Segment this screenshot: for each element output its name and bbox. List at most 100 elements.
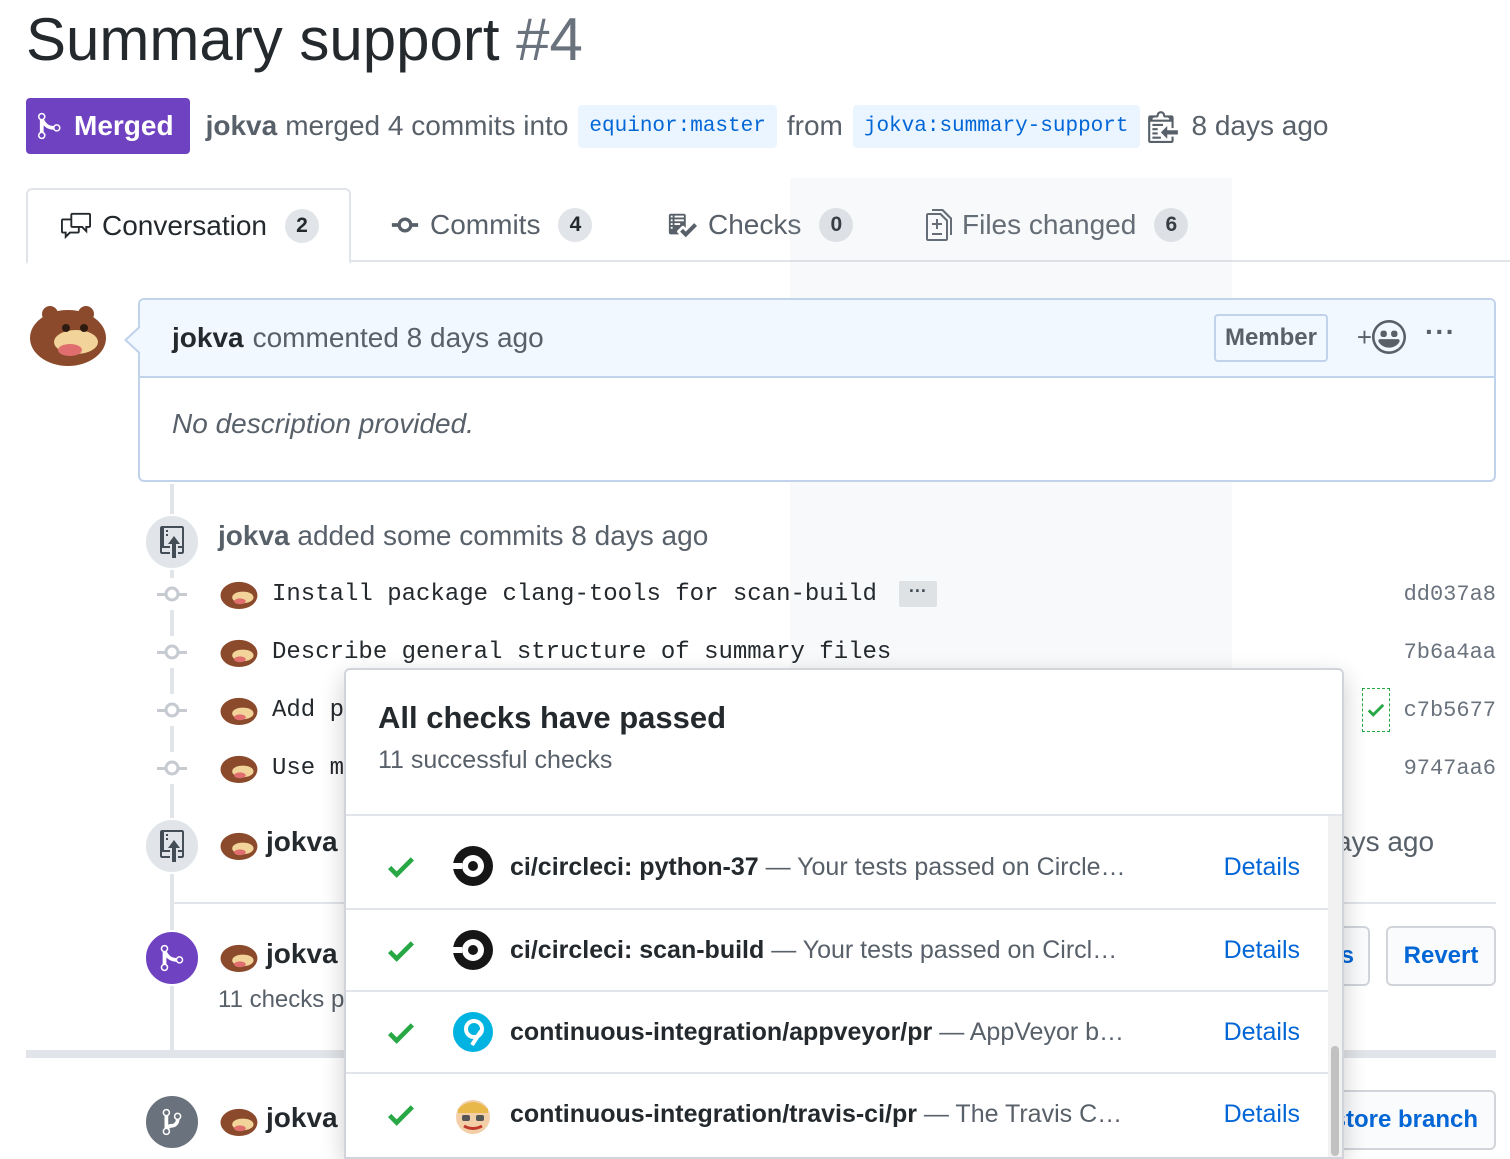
merged-status-badge: Merged	[26, 98, 190, 154]
head-branch-label[interactable]: jokva:summary-support	[852, 104, 1140, 148]
git-commit-icon	[391, 217, 419, 233]
checks-popover: All checks have passed 11 successful che…	[344, 668, 1344, 1159]
kebab-menu-button[interactable]: ···	[1425, 316, 1456, 348]
tab-checks-label: Checks	[708, 209, 802, 240]
avatar[interactable]	[26, 300, 106, 370]
base-branch-label[interactable]: equinor:master	[578, 104, 777, 148]
tab-commits-count: 4	[558, 208, 593, 242]
checks-scrollbar[interactable]	[1328, 816, 1342, 1157]
commit-dot-icon	[156, 694, 188, 726]
avatar[interactable]	[218, 635, 258, 669]
commits-event-text: jokva added some commits 8 days ago	[218, 520, 708, 552]
repo-push-icon	[144, 514, 200, 570]
avatar[interactable]	[218, 751, 258, 785]
push-event-time: ays ago	[1336, 826, 1435, 857]
checks-popover-header: All checks have passed 11 successful che…	[346, 670, 1342, 816]
event-author-link[interactable]: jokva	[266, 826, 338, 857]
check-detail-text: — Your tests passed on Circl…	[764, 935, 1118, 964]
commits-event-desc: added some commits 8 days ago	[297, 520, 709, 551]
tab-conversation-count: 2	[284, 209, 319, 243]
git-merge-icon	[144, 930, 200, 986]
commit-sha-link[interactable]: 9747aa6	[1404, 756, 1496, 781]
comment-discussion-icon	[61, 212, 91, 240]
check-detail-text: — The Travis C…	[916, 1099, 1123, 1128]
commit-dot-icon	[156, 636, 188, 668]
merge-checks-summary: 11 checks p	[218, 986, 345, 1013]
check-item: continuous-integration/appveyor/pr — App…	[346, 990, 1330, 1072]
comment-action-text: commented 8 days ago	[252, 322, 544, 353]
copy-branch-icon[interactable]	[1147, 109, 1178, 143]
commit-expand-button[interactable]: ···	[898, 581, 937, 607]
member-badge: Member	[1213, 314, 1328, 362]
check-details-link[interactable]: Details	[1224, 1018, 1300, 1047]
avatar[interactable]	[218, 940, 258, 974]
check-detail-text: — Your tests passed on Circle…	[758, 852, 1126, 881]
merged-label: Merged	[74, 110, 174, 141]
check-item: ci/circleci: python-37 — Your tests pass…	[346, 826, 1330, 908]
check-success-icon	[388, 941, 414, 962]
check-details-link[interactable]: Details	[1224, 853, 1300, 882]
commit-row: Describe general structure of summary fi…	[156, 632, 1496, 672]
revert-button[interactable]: Revert	[1386, 926, 1496, 986]
check-success-icon	[388, 1023, 414, 1044]
pr-meta: Merged jokva merged 4 commits into equin…	[26, 98, 1329, 154]
avatar[interactable]	[218, 1104, 258, 1138]
check-details-link[interactable]: Details	[1224, 1100, 1300, 1129]
check-name: ci/circleci: scan-build	[510, 935, 765, 964]
merged-commits-text: merged 4 commits into	[285, 110, 569, 141]
comment-body: No description provided.	[172, 408, 474, 439]
check-description: ci/circleci: python-37 — Your tests pass…	[510, 853, 1150, 882]
pr-title: Summary support #4	[26, 4, 583, 76]
commit-message-link[interactable]: Describe general structure of summary fi…	[272, 639, 891, 666]
event-author-link[interactable]: jokva	[266, 938, 338, 969]
commit-dot-icon	[156, 752, 188, 784]
check-item: continuous-integration/travis-ci/pr — Th…	[346, 1072, 1330, 1154]
git-branch-icon	[144, 1094, 200, 1150]
commit-dot-icon	[156, 578, 188, 610]
check-description: ci/circleci: scan-build — Your tests pas…	[510, 936, 1150, 965]
check-success-icon	[388, 1105, 414, 1126]
comment-author-link[interactable]: jokva	[172, 322, 244, 354]
scrollbar-thumb[interactable]	[1331, 1046, 1339, 1156]
commit-sha-link[interactable]: dd037a8	[1404, 582, 1496, 607]
tab-conversation[interactable]: Conversation 2	[26, 188, 351, 264]
avatar[interactable]	[218, 577, 258, 611]
circleci-logo-icon	[452, 930, 493, 970]
event-author-link[interactable]: jokva	[218, 520, 290, 551]
pr-tabs: Conversation 2 Commits 4 Checks 0 Files …	[26, 188, 1510, 264]
checks-popover-title: All checks have passed	[378, 700, 727, 735]
repo-push-icon	[144, 818, 200, 874]
pr-number: #4	[516, 6, 583, 73]
travis-logo-icon	[456, 1100, 490, 1134]
merge-event-text: jokva	[266, 938, 338, 970]
commit-message-link[interactable]: Install package clang-tools for scan-bui…	[272, 581, 877, 608]
git-merge-icon	[38, 112, 61, 140]
from-text: from	[786, 110, 843, 141]
add-reaction-button[interactable]: +	[1357, 320, 1406, 354]
comment-pointer-inner	[127, 328, 140, 352]
appveyor-logo-icon	[453, 1012, 493, 1052]
check-details-link[interactable]: Details	[1224, 936, 1300, 965]
checks-popover-subtitle: 11 successful checks	[378, 746, 613, 774]
check-detail-text: — AppVeyor b…	[932, 1017, 1125, 1046]
commit-status-check-icon[interactable]	[1362, 688, 1390, 732]
circleci-logo-icon	[452, 846, 493, 886]
commit-sha-link[interactable]: 7b6a4aa	[1404, 640, 1496, 665]
comment-header: jokva commented 8 days ago Member + ···	[140, 300, 1494, 378]
checks-list: ci/circleci: python-37 — Your tests pass…	[346, 826, 1330, 1154]
avatar[interactable]	[218, 693, 258, 727]
check-name: continuous-integration/travis-ci/pr	[510, 1099, 917, 1128]
branch-event-text: jokva	[266, 1102, 338, 1134]
reaction-plus: +	[1356, 321, 1372, 352]
tab-commits[interactable]: Commits 4	[390, 188, 593, 262]
merged-time: 8 days ago	[1191, 110, 1329, 141]
checklist-icon	[668, 213, 697, 238]
avatar[interactable]	[218, 828, 258, 862]
check-name: continuous-integration/appveyor/pr	[510, 1017, 933, 1046]
check-description: continuous-integration/travis-ci/pr — Th…	[510, 1100, 1150, 1129]
event-author-link[interactable]: jokva	[266, 1102, 338, 1133]
check-description: continuous-integration/appveyor/pr — App…	[510, 1018, 1150, 1047]
check-name: ci/circleci: python-37	[510, 852, 759, 881]
pr-author-link[interactable]: jokva	[206, 110, 278, 142]
commit-sha-link[interactable]: c7b5677	[1404, 698, 1496, 723]
